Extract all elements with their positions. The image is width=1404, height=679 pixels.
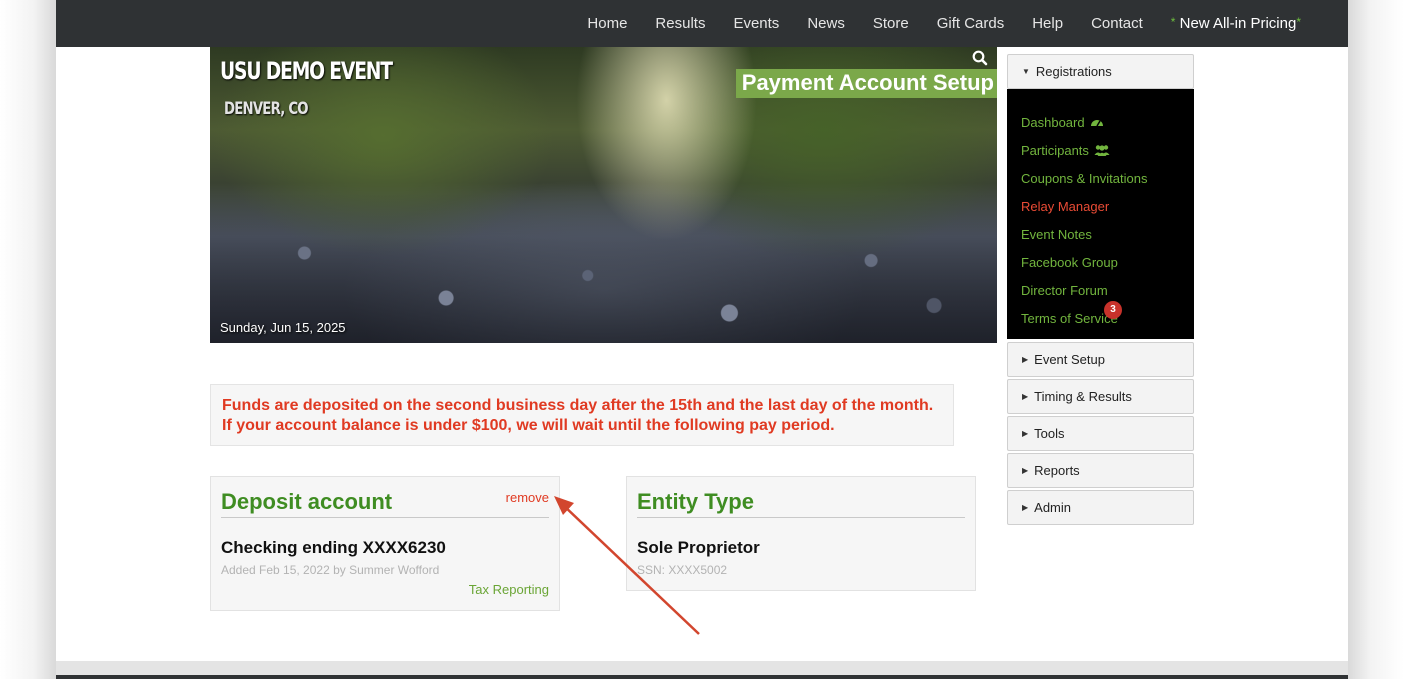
sidebar-item-facebook-group[interactable]: Facebook Group (1007, 248, 1194, 276)
admin-header[interactable]: ▶ Admin (1007, 490, 1194, 525)
nav-contact[interactable]: Contact (1091, 15, 1143, 32)
deposit-account-card: Deposit account remove Checking ending X… (210, 476, 560, 611)
top-navigation: Home Results Events News Store Gift Card… (56, 0, 1348, 47)
nav-gift-cards[interactable]: Gift Cards (937, 15, 1005, 32)
sidebar-item-dashboard[interactable]: Dashboard (1007, 108, 1194, 136)
page-title: Payment Account Setup (735, 69, 997, 98)
entity-type-value: Sole Proprietor (637, 538, 760, 557)
sidebar-item-label: Terms of Service (1021, 310, 1118, 326)
sidebar-item-label: Coupons & Invitations (1021, 170, 1148, 186)
sidebar-item-event-notes[interactable]: Event Notes (1007, 220, 1194, 248)
caret-right-icon: ▶ (1022, 466, 1029, 475)
promo-star-right: * (1296, 15, 1301, 29)
reports-header[interactable]: ▶ Reports (1007, 453, 1194, 488)
sidebar-item-label: Relay Manager (1021, 198, 1110, 214)
deposit-account-title: Deposit account (221, 489, 393, 514)
caret-right-icon: ▶ (1022, 355, 1029, 364)
nav-store[interactable]: Store (873, 15, 909, 32)
sidebar-item-participants[interactable]: Participants (1007, 136, 1194, 164)
nav-news[interactable]: News (807, 15, 845, 32)
entity-type-card: Entity Type Sole Proprietor SSN: XXXX500… (626, 476, 976, 591)
section-label: Admin (1034, 500, 1072, 515)
sidebar-item-label: Director Forum (1021, 282, 1108, 298)
sidebar-item-director-forum[interactable]: Director Forum (1007, 276, 1194, 304)
notification-badge: 3 (1104, 301, 1122, 319)
section-label: Tools (1034, 426, 1065, 441)
caret-down-icon: ▼ (1022, 67, 1030, 76)
left-shadow (0, 0, 56, 679)
search-icon[interactable] (971, 49, 989, 67)
divider (221, 517, 549, 518)
nav-links: Home Results Events News Store Gift Card… (587, 0, 1301, 47)
ssn-masked: SSN: XXXX5002 (637, 563, 728, 577)
sidebar-item-label: Dashboard (1021, 114, 1085, 130)
admin-sidebar: ▼ Registrations Dashboard Participants C… (1007, 54, 1194, 527)
nav-home[interactable]: Home (587, 15, 627, 32)
caret-right-icon: ▶ (1022, 392, 1029, 401)
account-name: Checking ending XXXX6230 (221, 538, 446, 557)
promo-label: New All-in Pricing (1179, 15, 1297, 32)
sidebar-item-label: Facebook Group (1021, 254, 1118, 270)
event-name: USU DEMO EVENT (220, 57, 393, 85)
sidebar-item-label: Participants (1021, 142, 1089, 158)
nav-results[interactable]: Results (655, 15, 705, 32)
section-label: Reports (1034, 463, 1080, 478)
section-label: Timing & Results (1034, 389, 1132, 404)
caret-right-icon: ▶ (1022, 503, 1029, 512)
sidebar-item-coupons[interactable]: Coupons & Invitations (1007, 164, 1194, 192)
registrations-menu: Dashboard Participants Coupons & Invitat… (1007, 89, 1194, 339)
divider (637, 517, 965, 518)
sidebar-item-label: Event Notes (1021, 226, 1092, 242)
registrations-label: Registrations (1035, 64, 1112, 79)
nav-events[interactable]: Events (733, 15, 779, 32)
tax-reporting-link[interactable]: Tax Reporting (469, 582, 549, 597)
nav-new-pricing[interactable]: * New All-in Pricing* (1171, 15, 1301, 32)
promo-star-left: * (1170, 15, 1176, 29)
remove-link[interactable]: remove (506, 490, 549, 505)
deposit-notice: Funds are deposited on the second busine… (210, 384, 954, 446)
notice-line-1: Funds are deposited on the second busine… (222, 397, 934, 414)
notice-line-2: If your account balance is under $100, w… (222, 417, 835, 434)
timing-results-header[interactable]: ▶ Timing & Results (1007, 379, 1194, 414)
section-label: Event Setup (1034, 352, 1105, 367)
nav-help[interactable]: Help (1032, 15, 1063, 32)
tools-header[interactable]: ▶ Tools (1007, 416, 1194, 451)
page: Home Results Events News Store Gift Card… (56, 0, 1348, 679)
event-banner: USU DEMO EVENT DENVER, CO Sunday, Jun 15… (210, 47, 997, 343)
event-setup-header[interactable]: ▶ Event Setup (1007, 342, 1194, 377)
event-date: Sunday, Jun 15, 2025 (220, 320, 346, 335)
dashboard-icon (1090, 120, 1103, 127)
caret-right-icon: ▶ (1022, 429, 1029, 438)
entity-type-title: Entity Type (637, 489, 754, 514)
sidebar-item-terms-of-service[interactable]: Terms of Service (1007, 304, 1194, 332)
right-shadow (1348, 0, 1404, 679)
account-added-info: Added Feb 15, 2022 by Summer Wofford (221, 563, 440, 577)
event-location: DENVER, CO (224, 99, 309, 119)
registrations-header[interactable]: ▼ Registrations (1007, 54, 1194, 89)
users-icon (1094, 145, 1110, 156)
footer-line (56, 675, 1348, 679)
sidebar-item-relay-manager[interactable]: Relay Manager (1007, 192, 1194, 220)
